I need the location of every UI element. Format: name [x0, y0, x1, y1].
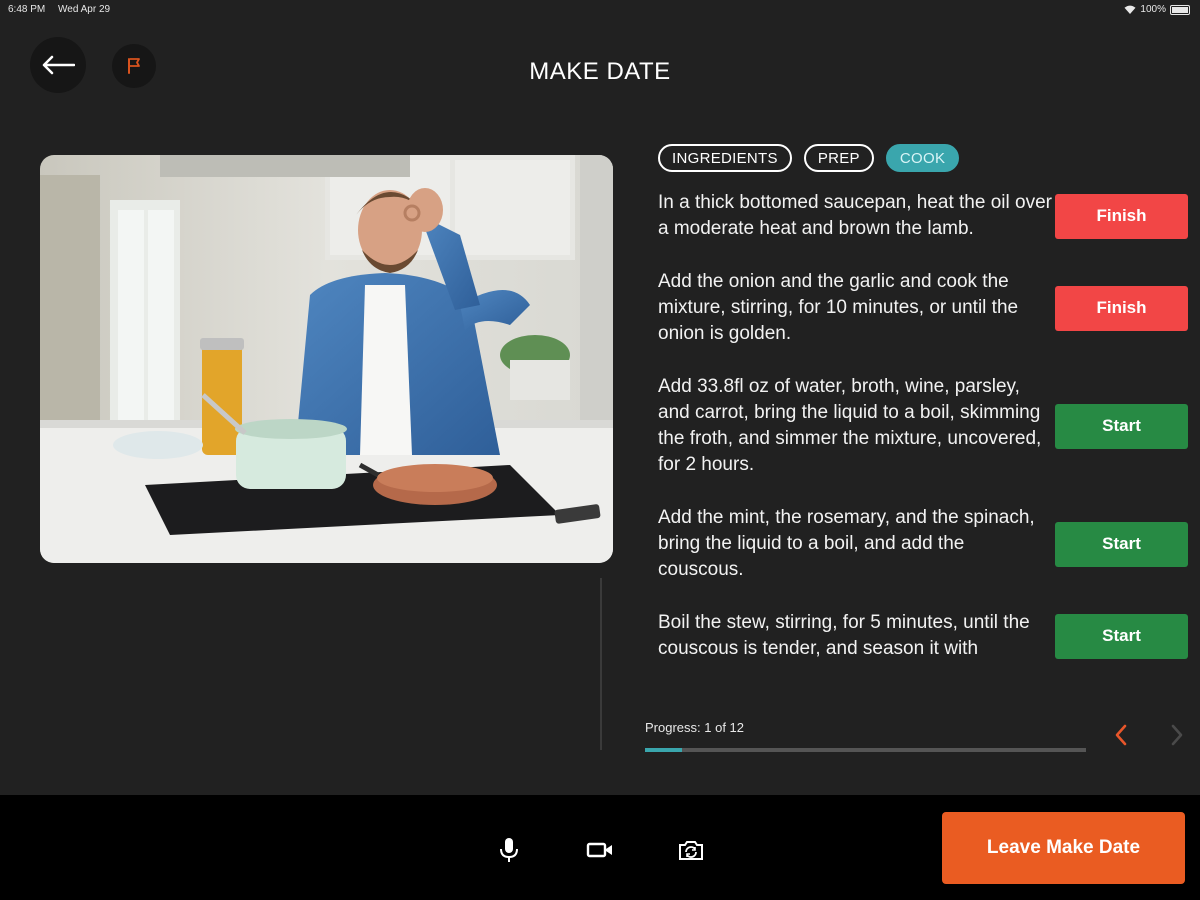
- step-text: Boil the stew, stirring, for 5 minutes, …: [658, 612, 1030, 659]
- next-step-button[interactable]: [1166, 722, 1188, 753]
- cook-steps-list[interactable]: In a thick bottomed saucepan, heat the o…: [658, 190, 1198, 695]
- video-camera-icon: [586, 842, 612, 858]
- step-text: In a thick bottomed saucepan, heat the o…: [658, 192, 1052, 239]
- status-bar: 6:48 PM Wed Apr 29 100%: [0, 0, 1200, 20]
- wifi-icon: [1124, 5, 1136, 14]
- progress-bar: [645, 748, 1086, 752]
- step-text: Add 33.8fl oz of water, broth, wine, par…: [658, 376, 1042, 475]
- step-item: Add the mint, the rosemary, and the spin…: [658, 505, 1198, 583]
- tab-cook[interactable]: COOK: [885, 144, 960, 172]
- switch-camera-icon: [679, 841, 703, 860]
- step-item: Boil the stew, stirring, for 5 minutes, …: [658, 610, 1198, 662]
- step-text: Add the mint, the rosemary, and the spin…: [658, 507, 1035, 580]
- finish-step-button[interactable]: Finish: [1055, 285, 1188, 331]
- leave-make-date-button[interactable]: Leave Make Date: [942, 812, 1185, 884]
- status-date: Wed Apr 29: [58, 4, 111, 15]
- recipe-video-image: [40, 155, 613, 563]
- video-toggle-button[interactable]: [582, 832, 618, 868]
- previous-step-button[interactable]: [1110, 722, 1132, 753]
- recipe-tabs: INGREDIENTS PREP COOK: [658, 144, 960, 172]
- step-text: Add the onion and the garlic and cook th…: [658, 271, 1019, 344]
- tab-ingredients[interactable]: INGREDIENTS: [658, 144, 792, 172]
- step-item: In a thick bottomed saucepan, heat the o…: [658, 190, 1198, 242]
- start-step-button[interactable]: Start: [1055, 521, 1188, 567]
- finish-step-button[interactable]: Finish: [1055, 193, 1188, 239]
- step-item: Add the onion and the garlic and cook th…: [658, 269, 1198, 347]
- microphone-button[interactable]: [491, 832, 527, 868]
- progress-label: Progress: 1 of 12: [645, 720, 744, 735]
- chevron-right-icon: [1171, 724, 1183, 746]
- progress-fill: [645, 748, 682, 752]
- panel-divider: [600, 578, 602, 750]
- status-time: 6:48 PM: [8, 4, 46, 15]
- tab-prep[interactable]: PREP: [803, 144, 874, 172]
- microphone-icon: [500, 838, 518, 862]
- start-step-button[interactable]: Start: [1055, 403, 1188, 449]
- chevron-left-icon: [1115, 724, 1127, 746]
- battery-percent: 100%: [1140, 4, 1166, 15]
- battery-icon: [1170, 4, 1190, 15]
- start-step-button[interactable]: Start: [1055, 613, 1188, 659]
- step-item: Add 33.8fl oz of water, broth, wine, par…: [658, 374, 1198, 478]
- switch-camera-button[interactable]: [673, 832, 709, 868]
- page-title: MAKE DATE: [529, 58, 671, 85]
